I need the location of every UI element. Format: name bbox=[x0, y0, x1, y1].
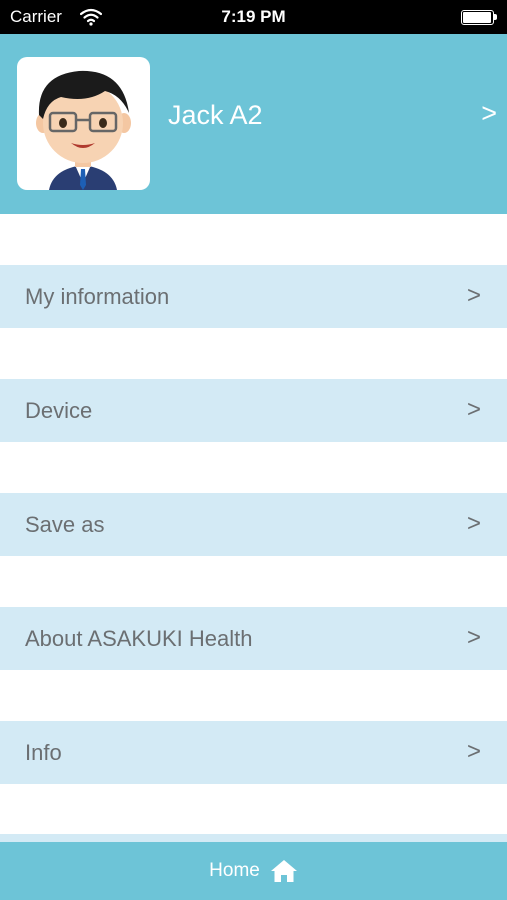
menu-item-label: About ASAKUKI Health bbox=[25, 626, 253, 651]
clock: 7:19 PM bbox=[221, 7, 286, 26]
menu-item-label: Info bbox=[25, 740, 62, 765]
battery-icon bbox=[461, 10, 497, 25]
chevron-right-icon: > bbox=[466, 282, 481, 309]
chevron-right-icon: > bbox=[466, 396, 481, 423]
tab-bar: Home bbox=[0, 842, 507, 900]
menu-item-label: Save as bbox=[25, 512, 105, 537]
avatar-illustration bbox=[36, 70, 131, 190]
menu-item-info[interactable]: Info > bbox=[0, 721, 507, 784]
tab-home[interactable]: Home bbox=[0, 842, 507, 900]
menu-item-label: Device bbox=[25, 398, 93, 423]
chevron-right-icon: > bbox=[466, 738, 481, 765]
chevron-right-icon: > bbox=[481, 98, 497, 128]
chevron-right-icon: > bbox=[466, 510, 481, 537]
menu-item-device[interactable]: Device > bbox=[0, 379, 507, 442]
user-avatar bbox=[17, 57, 150, 190]
menu-item-save-as[interactable]: Save as > bbox=[0, 493, 507, 556]
profile-header[interactable]: Jack A2 > bbox=[0, 34, 507, 214]
menu-item-my-information[interactable]: My information > bbox=[0, 265, 507, 328]
menu-item-label: My information bbox=[25, 284, 170, 309]
status-bar: Carrier 7:19 PM bbox=[0, 0, 507, 34]
home-icon bbox=[270, 860, 297, 882]
chevron-right-icon: > bbox=[466, 624, 481, 651]
tab-home-label: Home bbox=[209, 860, 260, 881]
menu-item-about[interactable]: About ASAKUKI Health > bbox=[0, 607, 507, 670]
profile-name: Jack A2 bbox=[168, 100, 263, 130]
